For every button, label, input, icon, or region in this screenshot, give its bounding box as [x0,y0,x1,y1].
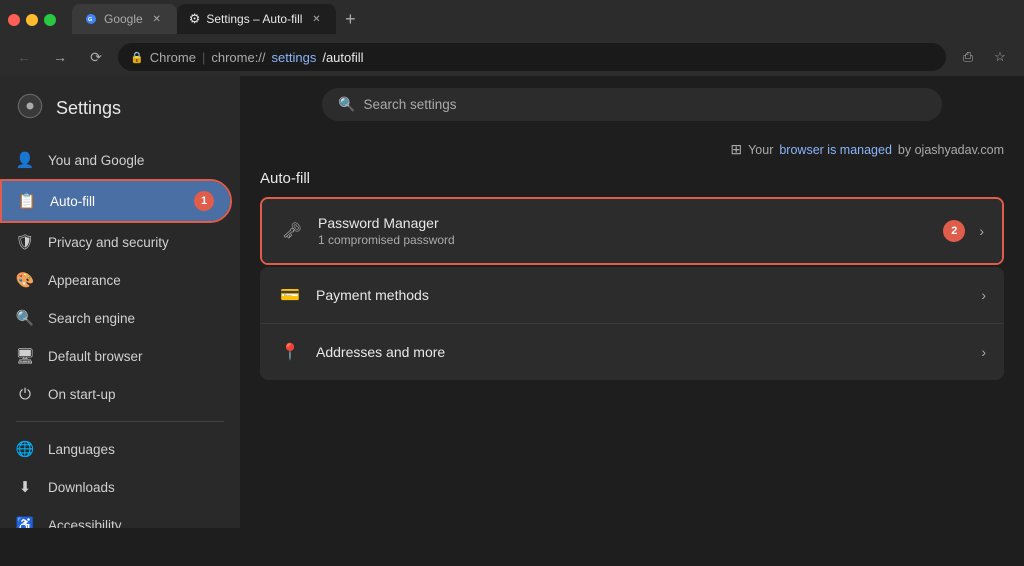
tab-label-settings: Settings – Auto-fill [206,12,302,26]
title-bar: G Google ✕ ⚙ Settings – Auto-fill ✕ + [0,0,1024,38]
search-engine-icon: 🔍 [16,309,34,327]
accessibility-icon: ♿ [16,516,34,528]
sidebar-label-accessibility: Accessibility [48,518,122,529]
share-button[interactable]: ⎙ [954,43,982,71]
sidebar-label-you-google: You and Google [48,153,144,168]
chrome-label: Chrome [150,50,196,65]
addresses-icon: 📍 [278,340,302,364]
sidebar-label-search-engine: Search engine [48,311,135,326]
reload-button[interactable]: ⟳ [82,43,110,71]
password-manager-subtitle: 1 compromised password [318,233,929,247]
tab-label-google: Google [104,12,143,26]
privacy-icon: 🛡 [16,233,34,251]
section-title: Auto-fill [260,162,1004,197]
sidebar-label-autofill: Auto-fill [50,194,95,209]
sidebar-item-autofill[interactable]: 📋 Auto-fill 1 [2,181,230,221]
sidebar-divider [16,421,224,422]
settings-row-payment[interactable]: 💳 Payment methods › [260,267,1004,324]
managed-grid-icon: ⊞ [730,141,742,158]
payment-text: Payment methods [316,287,967,303]
toolbar-right: ⎙ ☆ [954,43,1014,71]
tab-favicon-settings: ⚙ [189,11,201,27]
payment-title: Payment methods [316,287,967,303]
settings-list-other: 💳 Payment methods › 📍 Addresses and more… [260,267,1004,380]
appearance-icon: 🎨 [16,271,34,289]
addresses-text: Addresses and more [316,344,967,360]
sidebar-label-on-startup: On start-up [48,387,116,402]
close-button[interactable] [8,14,20,26]
sidebar-item-downloads[interactable]: ⬇ Downloads [0,468,232,506]
default-browser-icon: 🖥 [16,347,34,365]
sidebar-item-privacy[interactable]: 🛡 Privacy and security [0,223,232,261]
payment-chevron: › [981,287,986,303]
new-tab-button[interactable]: + [336,5,364,33]
downloads-icon: ⬇ [16,478,34,496]
managed-notice: ⊞ Your browser is managed by ojashyadav.… [260,133,1004,162]
window-controls [8,14,56,26]
sidebar-item-on-startup[interactable]: ⏻ On start-up [0,375,232,413]
managed-suffix: by ojashyadav.com [898,143,1004,157]
sidebar-header: Settings [0,84,240,141]
managed-link[interactable]: browser is managed [779,143,892,157]
back-button[interactable]: ← [10,43,38,71]
sidebar-label-privacy: Privacy and security [48,235,169,250]
url-prefix: chrome:// [211,50,265,65]
password-manager-text: Password Manager 1 compromised password [318,215,929,247]
sidebar-label-languages: Languages [48,442,115,457]
sidebar-item-appearance[interactable]: 🎨 Appearance [0,261,232,299]
addresses-title: Addresses and more [316,344,967,360]
addresses-chevron: › [981,344,986,360]
sidebar-item-accessibility[interactable]: ♿ Accessibility [0,506,232,528]
payment-icon: 💳 [278,283,302,307]
on-startup-icon: ⏻ [16,385,34,403]
tab-close-settings[interactable]: ✕ [308,11,324,27]
tab-favicon-google: G [84,12,98,26]
settings-title: Settings [56,98,121,119]
security-icon: 🔒 [130,51,144,64]
address-bar[interactable]: 🔒 Chrome | chrome:// settings/autofill [118,43,946,71]
sidebar-item-search-engine[interactable]: 🔍 Search engine [0,299,232,337]
tab-close-google[interactable]: ✕ [149,11,165,27]
bookmark-button[interactable]: ☆ [986,43,1014,71]
sidebar-label-default-browser: Default browser [48,349,143,364]
url-suffix: /autofill [322,50,363,65]
search-placeholder: Search settings [363,97,456,112]
maximize-button[interactable] [44,14,56,26]
url-separator: | [202,50,205,65]
autofill-badge: 1 [194,191,214,211]
languages-icon: 🌐 [16,440,34,458]
sidebar-item-languages[interactable]: 🌐 Languages [0,430,232,468]
forward-button[interactable]: → [46,43,74,71]
sidebar-item-default-browser[interactable]: 🖥 Default browser [0,337,232,375]
autofill-icon: 📋 [18,192,36,210]
svg-text:G: G [88,17,92,23]
sidebar-item-autofill-wrapper: 📋 Auto-fill 1 [0,179,232,223]
you-google-icon: 👤 [16,151,34,169]
settings-row-addresses[interactable]: 📍 Addresses and more › [260,324,1004,380]
sidebar-label-appearance: Appearance [48,273,121,288]
search-bar-wrap: 🔍 Search settings [260,76,1004,133]
settings-logo [16,92,44,125]
password-manager-chevron: › [979,223,984,239]
password-manager-badge: 2 [943,220,965,242]
chrome-body: Settings 👤 You and Google 📋 Auto-fill 1 … [0,76,1024,528]
url-highlight: settings [272,50,317,65]
sidebar: Settings 👤 You and Google 📋 Auto-fill 1 … [0,76,240,528]
search-bar[interactable]: 🔍 Search settings [322,88,942,121]
password-manager-title: Password Manager [318,215,929,231]
tab-settings[interactable]: ⚙ Settings – Auto-fill ✕ [177,4,337,34]
settings-row-password-manager[interactable]: 🗝 Password Manager 1 compromised passwor… [262,199,1002,263]
sidebar-label-downloads: Downloads [48,480,115,495]
search-icon: 🔍 [338,96,355,113]
password-manager-icon: 🗝 [280,219,304,243]
sidebar-item-you-google[interactable]: 👤 You and Google [0,141,232,179]
address-bar-row: ← → ⟳ 🔒 Chrome | chrome:// settings/autof… [0,38,1024,76]
password-manager-wrapper: 🗝 Password Manager 1 compromised passwor… [260,197,1004,265]
content-area: 🔍 Search settings ⊞ Your browser is mana… [240,76,1024,528]
minimize-button[interactable] [26,14,38,26]
managed-prefix: Your [748,143,773,157]
tab-google[interactable]: G Google ✕ [72,4,177,34]
